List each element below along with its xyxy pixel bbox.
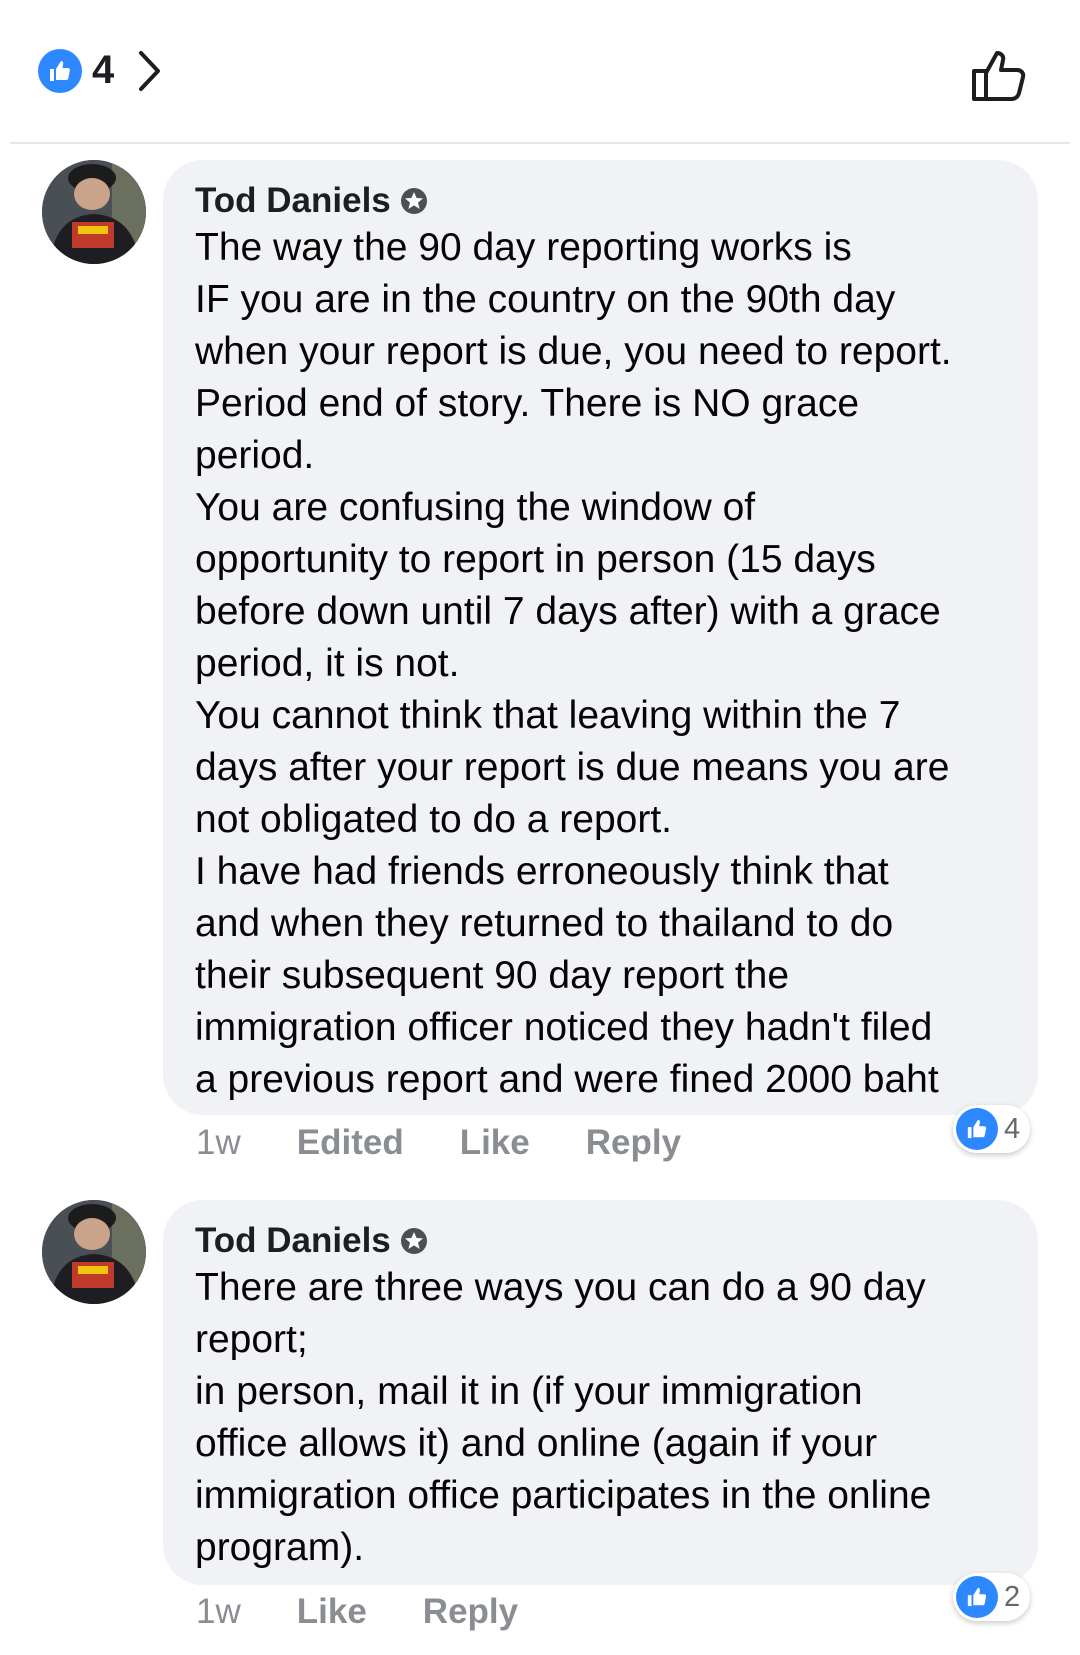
thumbs-up-outline-icon[interactable] <box>970 45 1030 105</box>
comment-reaction-pill[interactable]: 2 <box>953 1573 1030 1621</box>
chevron-right-icon <box>139 50 161 91</box>
like-badge-icon <box>38 48 82 93</box>
reaction-count: 4 <box>92 48 115 92</box>
like-badge-icon <box>956 1108 998 1150</box>
edited-label[interactable]: Edited <box>297 1123 404 1163</box>
comment-text: There are three ways you can do a 90 day… <box>195 1266 932 1569</box>
comment-bubble: Tod Daniels There are three ways you can… <box>163 1200 1038 1585</box>
avatar[interactable] <box>42 1200 146 1304</box>
comment-timestamp: 1w <box>196 1592 241 1631</box>
comment-text: The way the 90 day reporting works is IF… <box>195 226 952 1101</box>
avatar[interactable] <box>42 160 146 264</box>
comments-page: 4 Tod Daniels The way the 90 day reporti… <box>0 0 1080 1655</box>
like-button[interactable]: Like <box>297 1592 367 1632</box>
comment-author[interactable]: Tod Daniels <box>195 181 391 221</box>
comment-author[interactable]: Tod Daniels <box>195 1221 391 1261</box>
comment-bubble: Tod Daniels The way the 90 day reporting… <box>163 160 1038 1115</box>
reply-button[interactable]: Reply <box>586 1123 681 1163</box>
comment-actions: 1w Like Reply <box>196 1592 574 1632</box>
comment-reaction-count: 2 <box>1004 1580 1021 1613</box>
comment-actions: 1w Edited Like Reply <box>196 1123 737 1163</box>
like-badge-icon <box>956 1576 998 1618</box>
comment-timestamp: 1w <box>196 1123 241 1162</box>
top-fan-badge-icon <box>400 188 427 214</box>
comment-reaction-pill[interactable]: 4 <box>953 1105 1030 1153</box>
reactions-header: 4 <box>0 0 1080 144</box>
reply-button[interactable]: Reply <box>423 1592 518 1632</box>
reaction-summary[interactable]: 4 <box>38 48 164 93</box>
comment-reaction-count: 4 <box>1004 1112 1021 1145</box>
header-divider <box>10 142 1070 144</box>
top-fan-badge-icon <box>400 1228 427 1254</box>
like-button[interactable]: Like <box>460 1123 530 1163</box>
